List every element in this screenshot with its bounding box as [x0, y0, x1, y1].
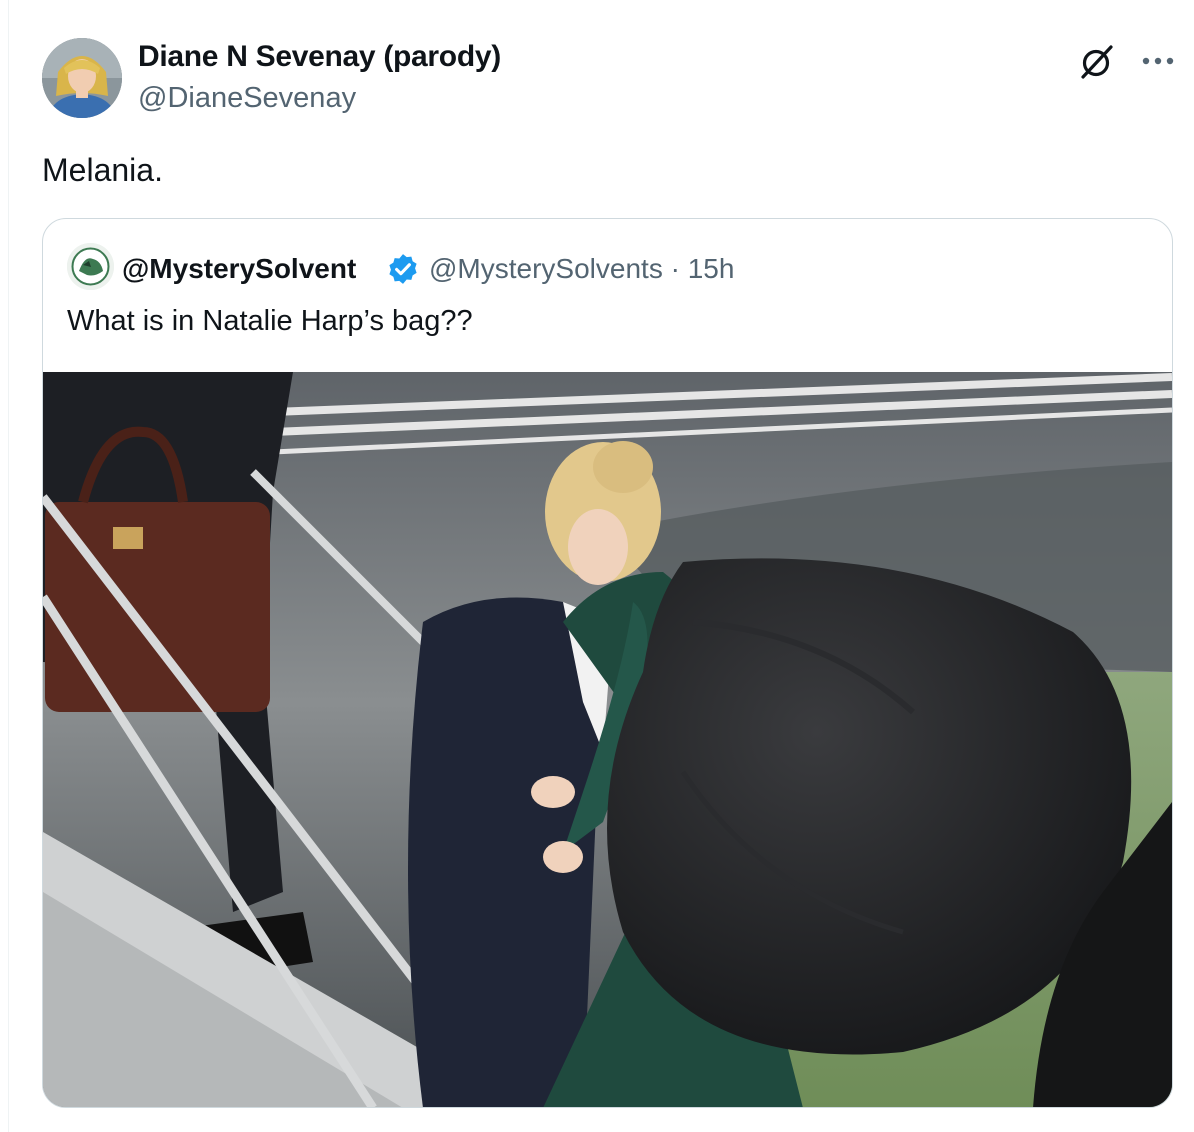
author-avatar[interactable]: [42, 38, 122, 118]
author-name[interactable]: Diane N Sevenay (parody): [138, 40, 501, 74]
verified-badge-icon: [386, 252, 420, 286]
quoted-tweet[interactable]: @MysterySolvent @MysterySolvents · 15h W…: [42, 218, 1173, 1108]
quoted-author-name[interactable]: @MysterySolvent: [122, 253, 356, 285]
slashed-circle-icon[interactable]: [1077, 41, 1117, 81]
quoted-author-avatar[interactable]: [67, 243, 114, 290]
more-dots-icon[interactable]: [1141, 53, 1175, 65]
tweet: Diane N Sevenay (parody) @DianeSevenay M…: [8, 0, 1194, 1132]
tweet-text: Melania.: [42, 152, 163, 188]
quoted-meta[interactable]: @MysterySolvents · 15h: [429, 253, 734, 285]
quoted-tweet-text: What is in Natalie Harp’s bag??: [67, 305, 473, 337]
author-handle[interactable]: @DianeSevenay: [138, 82, 356, 115]
quoted-photo[interactable]: [43, 372, 1172, 1107]
